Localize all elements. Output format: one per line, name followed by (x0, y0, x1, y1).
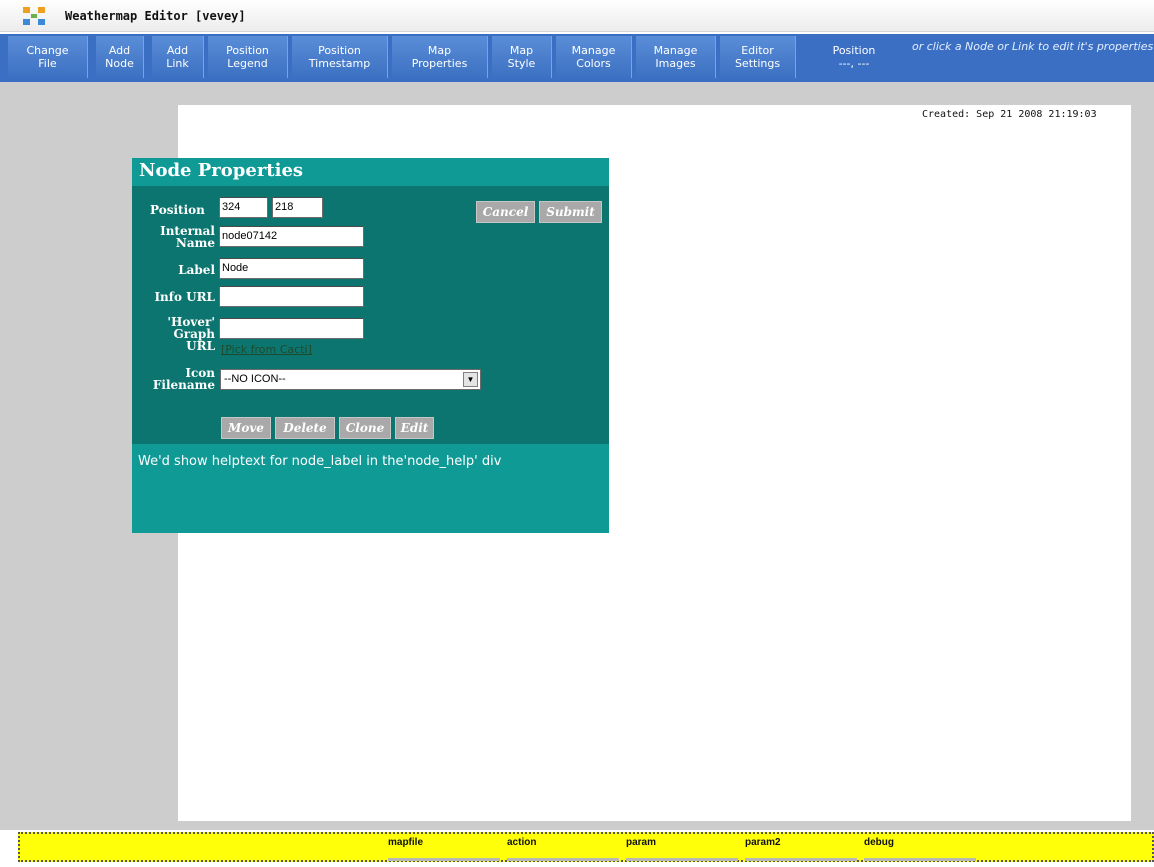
position-y-input[interactable]: 218 (272, 197, 323, 218)
manage-colors-button[interactable]: Manage Colors (556, 36, 632, 78)
label-input[interactable]: Node (219, 258, 364, 279)
internal-name-label: Internal Name (160, 224, 215, 250)
debug-field-action: action (507, 837, 619, 861)
position-legend-button[interactable]: Position Legend (208, 36, 288, 78)
pick-from-cacti-link[interactable]: [Pick from Cacti] (221, 343, 312, 356)
map-style-button[interactable]: Map Style (492, 36, 552, 78)
map-properties-button[interactable]: Map Properties (392, 36, 488, 78)
move-button[interactable]: Move (221, 417, 271, 439)
change-file-button[interactable]: Change File (8, 36, 88, 78)
clone-button[interactable]: Clone (339, 417, 391, 439)
toolbar-hint: or click a Node or Link to edit it's pro… (912, 40, 1154, 53)
toolbar: Change File Add Node Add Link Position L… (0, 34, 1154, 82)
position-x-input[interactable]: 324 (219, 197, 268, 218)
debug-field-param: param (626, 837, 738, 861)
debug-bar: mapfile action param param2 debug (18, 832, 1154, 862)
icon-filename-label: Icon Filename (152, 366, 215, 392)
manage-images-button[interactable]: Manage Images (636, 36, 716, 78)
info-url-input[interactable] (219, 286, 364, 307)
icon-filename-select[interactable]: --NO ICON-- ▼ (220, 369, 481, 390)
editor-settings-button[interactable]: Editor Settings (720, 36, 796, 78)
cancel-button[interactable]: Cancel (476, 201, 535, 223)
add-link-button[interactable]: Add Link (152, 36, 204, 78)
window-title: Weathermap Editor [vevey] (65, 9, 246, 23)
icon-select-value: --NO ICON-- (224, 373, 286, 385)
position-label: Position (150, 203, 205, 217)
add-node-button[interactable]: Add Node (96, 36, 144, 78)
dialog-title: Node Properties (139, 160, 304, 181)
node-help-text: We'd show helptext for node_label in the… (138, 454, 502, 469)
debug-field-param2: param2 (745, 837, 857, 861)
app-logo-icon (23, 7, 45, 25)
debug-field-mapfile: mapfile (388, 837, 500, 861)
position-readout: Position ---, --- (832, 44, 876, 70)
submit-button[interactable]: Submit (539, 201, 602, 223)
label-label: Label (178, 263, 215, 277)
info-url-label: Info URL (154, 290, 215, 304)
title-bar: Weathermap Editor [vevey] (0, 0, 1154, 32)
edit-button[interactable]: Edit (395, 417, 434, 439)
delete-button[interactable]: Delete (275, 417, 335, 439)
debug-field-debug: debug (864, 837, 976, 861)
created-timestamp: Created: Sep 21 2008 21:19:03 (922, 109, 1097, 120)
internal-name-input[interactable]: node07142 (219, 226, 364, 247)
hover-graph-url-input[interactable] (219, 318, 364, 339)
chevron-down-icon[interactable]: ▼ (463, 372, 478, 387)
hover-graph-url-label: 'Hover' Graph URL (167, 315, 215, 353)
position-timestamp-button[interactable]: Position Timestamp (292, 36, 388, 78)
